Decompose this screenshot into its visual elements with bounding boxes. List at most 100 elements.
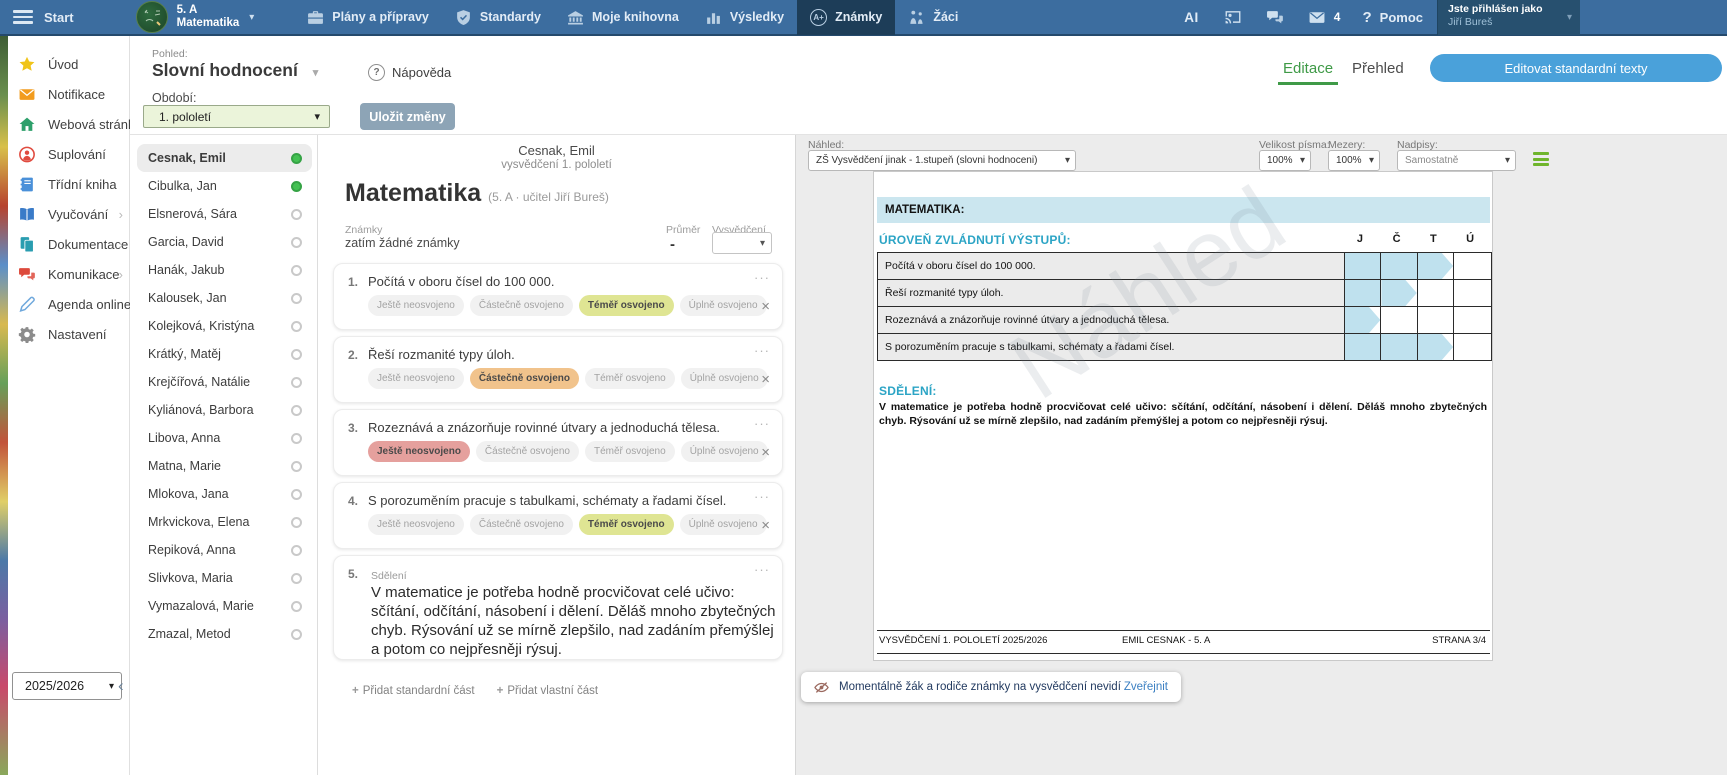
level-pill[interactable]: Úplně osvojeno — [680, 514, 767, 535]
help-link[interactable]: ? Nápověda — [368, 64, 451, 81]
status-dot — [291, 545, 302, 556]
more-options-icon[interactable]: ··· — [754, 416, 770, 431]
sidebar-item[interactable]: Notifikace — [8, 79, 129, 109]
note-text-input[interactable]: V matematice je potřeba hodně procvičova… — [371, 583, 776, 659]
sidebar-item[interactable]: Třídní kniha — [8, 169, 129, 199]
class-subject-selector[interactable]: 5. A Matematika ▾ — [136, 1, 255, 33]
student-row[interactable]: Kalousek, Jan — [137, 284, 312, 312]
save-changes-button[interactable]: Uložit změny — [360, 103, 455, 130]
level-pill-selected[interactable]: Ještě neosvojeno — [368, 441, 470, 462]
chat-icon[interactable] — [1265, 9, 1285, 26]
chevron-right-icon: › — [119, 207, 123, 222]
level-pill[interactable]: Ještě neosvojeno — [368, 514, 464, 535]
spacing-select[interactable]: 100% ▾ — [1328, 150, 1380, 171]
more-options-icon[interactable]: ··· — [754, 270, 770, 285]
student-row[interactable]: Matna, Marie — [137, 452, 312, 480]
sidebar-item[interactable]: Komunikace › — [8, 259, 129, 289]
more-options-icon[interactable]: ··· — [754, 489, 770, 504]
nav-menu-item[interactable]: Moje knihovna — [554, 0, 692, 35]
level-pill[interactable]: Téměř osvojeno — [585, 441, 675, 462]
add-custom-part-button[interactable]: +Přidat vlastní část — [497, 685, 598, 697]
level-pill[interactable]: Ještě neosvojeno — [368, 295, 464, 316]
clear-selection-icon[interactable]: × — [761, 444, 770, 461]
preview-menu-icon[interactable] — [1533, 152, 1549, 166]
sidebar-item[interactable]: Nastavení — [8, 319, 129, 349]
level-cell — [1454, 307, 1490, 333]
clear-selection-icon[interactable]: × — [761, 371, 770, 388]
nav-menu-item[interactable]: Výsledky — [692, 0, 797, 35]
level-pill[interactable]: Úplně osvojeno — [681, 441, 768, 462]
cast-screen-icon[interactable] — [1223, 9, 1243, 26]
student-row[interactable]: Elsnerová, Sára — [137, 200, 312, 228]
collapse-sidebar-button[interactable]: ‹ — [118, 676, 124, 696]
student-row[interactable]: Mrkvickova, Elena — [137, 508, 312, 536]
school-year-select[interactable]: 2025/2026 ▾ — [12, 672, 122, 700]
column-header: T — [1415, 233, 1452, 245]
level-pill-selected[interactable]: Téměř osvojeno — [579, 514, 674, 535]
subject-name: Matematika — [177, 17, 240, 30]
nav-menu-item[interactable]: A+ Známky — [797, 0, 895, 35]
nav-menu-item[interactable]: Plány a přípravy — [294, 0, 442, 35]
level-pill[interactable]: Úplně osvojeno — [680, 295, 767, 316]
nav-menu-item[interactable]: Žáci — [895, 0, 971, 35]
hamburger-menu-icon[interactable] — [13, 10, 33, 24]
student-row[interactable]: Zmazal, Metod — [137, 620, 312, 648]
clear-selection-icon[interactable]: × — [761, 517, 770, 534]
level-pill[interactable]: Částečně osvojeno — [470, 295, 573, 316]
add-standard-part-button[interactable]: +Přidat standardní část — [352, 685, 475, 697]
column-header: Ú — [1452, 233, 1489, 245]
headings-select[interactable]: Samostatně ▾ — [1397, 150, 1516, 171]
status-dot — [291, 153, 302, 164]
user-account-menu[interactable]: Jste přihlášen jako Jiří Bureš ▾ — [1437, 0, 1580, 35]
student-row[interactable]: Mlokova, Jana — [137, 480, 312, 508]
level-cell — [1345, 334, 1381, 360]
student-row[interactable]: Kolejková, Kristýna — [137, 312, 312, 340]
view-selector[interactable]: Slovní hodnocení ▾ — [152, 60, 318, 81]
house-icon — [18, 116, 36, 133]
tab-editace[interactable]: Editace — [1283, 60, 1333, 77]
sidebar-item[interactable]: Webová stránka — [8, 109, 129, 139]
nav-start[interactable]: Start — [44, 10, 74, 25]
help-button[interactable]: Pomoc — [1380, 10, 1423, 25]
clear-selection-icon[interactable]: × — [761, 298, 770, 315]
student-row[interactable]: Krátký, Matěj — [137, 340, 312, 368]
student-row[interactable]: Garcia, David — [137, 228, 312, 256]
student-row[interactable]: Kyliánová, Barbora — [137, 396, 312, 424]
tab-prehled[interactable]: Přehled — [1352, 60, 1404, 77]
student-row[interactable]: Krejčířová, Natálie — [137, 368, 312, 396]
more-options-icon[interactable]: ··· — [754, 562, 770, 577]
certificate-grade-select[interactable]: ▾ — [712, 232, 772, 254]
more-options-icon[interactable]: ··· — [754, 343, 770, 358]
status-dot — [291, 517, 302, 528]
sidebar-item[interactable]: Suplování — [8, 139, 129, 169]
publish-link[interactable]: Zveřejnit — [1124, 681, 1168, 693]
student-row[interactable]: Slivkova, Maria — [137, 564, 312, 592]
level-pill[interactable]: Úplně osvojeno — [681, 368, 768, 389]
level-pill[interactable]: Částečně osvojeno — [476, 441, 579, 462]
sidebar-item[interactable]: Dokumentace › — [8, 229, 129, 259]
sidebar-item[interactable]: Úvod — [8, 49, 129, 79]
student-row[interactable]: Repiková, Anna — [137, 536, 312, 564]
template-select[interactable]: ZŠ Vysvědčení jinak - 1.stupeň (slovni h… — [808, 150, 1076, 171]
student-row[interactable]: Vymazalová, Marie — [137, 592, 312, 620]
level-pill[interactable]: Téměř osvojeno — [585, 368, 675, 389]
sidebar-item[interactable]: Agenda online — [8, 289, 129, 319]
font-size-select[interactable]: 100% ▾ — [1259, 150, 1311, 171]
student-row[interactable]: Cesnak, Emil — [137, 144, 312, 172]
level-pill[interactable]: Částečně osvojeno — [470, 514, 573, 535]
edit-standard-texts-button[interactable]: Editovat standardní texty — [1430, 54, 1722, 82]
sidebar-item[interactable]: Vyučování › — [8, 199, 129, 229]
level-pill[interactable]: Ještě neosvojeno — [368, 368, 464, 389]
chevron-right-icon: › — [119, 267, 123, 282]
level-cell — [1381, 334, 1417, 360]
student-row[interactable]: Hanák, Jakub — [137, 256, 312, 284]
messages-button[interactable]: 4 — [1307, 9, 1341, 26]
level-pill-selected[interactable]: Téměř osvojeno — [579, 295, 674, 316]
period-select[interactable]: 1. pololetí ▾ — [143, 105, 330, 128]
level-pill-selected[interactable]: Částečně osvojeno — [470, 368, 579, 389]
student-row[interactable]: Cibulka, Jan — [137, 172, 312, 200]
student-row[interactable]: Libova, Anna — [137, 424, 312, 452]
nav-menu-item[interactable]: Standardy — [442, 0, 554, 35]
ai-button[interactable]: AI — [1184, 10, 1199, 25]
grades-label: Známky — [345, 224, 382, 236]
